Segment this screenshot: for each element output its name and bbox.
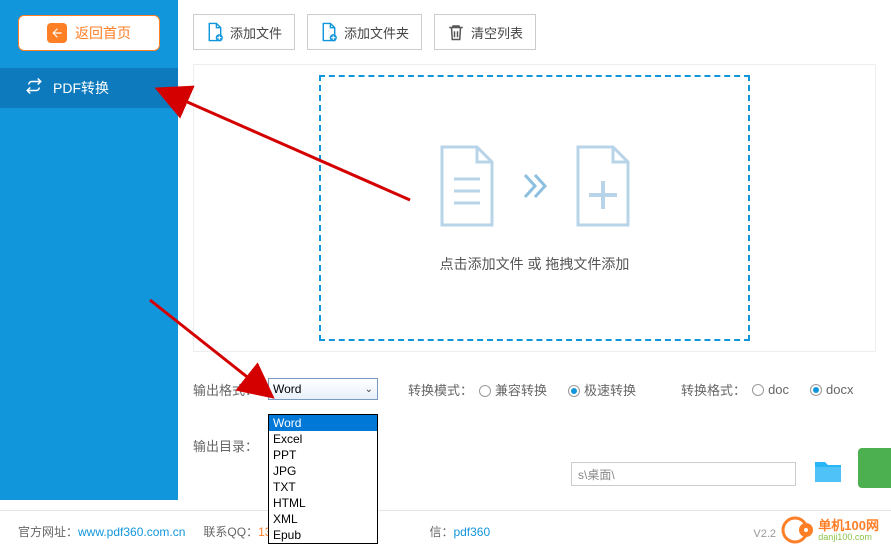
site-link[interactable]: www.pdf360.com.cn [78, 525, 185, 539]
dropdown-option-xml[interactable]: XML [269, 511, 377, 527]
wx-value: pdf360 [453, 525, 490, 539]
brand-domain: danji100.com [818, 532, 879, 542]
dropdown-option-epub[interactable]: Epub [269, 527, 377, 543]
version-label: V2.2 [753, 528, 776, 540]
dropdown-option-word[interactable]: Word [269, 415, 377, 431]
dropdown-option-jpg[interactable]: JPG [269, 463, 377, 479]
radio-icon [752, 384, 764, 396]
convert-mode-label: 转换模式： [408, 380, 473, 399]
brand-icon [780, 513, 814, 547]
convert-format-group: 转换格式： doc docx [681, 380, 868, 399]
file-add-icon [206, 22, 224, 42]
output-format-value: Word [273, 382, 301, 396]
main-panel: 添加文件 添加文件夹 清空列表 [178, 0, 891, 500]
folder-add-icon [320, 22, 338, 42]
document-icon [432, 143, 502, 229]
output-path-input[interactable]: s\桌面\ [571, 462, 796, 486]
toolbar: 添加文件 添加文件夹 清空列表 [193, 14, 536, 50]
chevron-down-icon: ⌄ [365, 384, 373, 395]
output-format-label: 输出格式： [193, 380, 268, 399]
radio-doc[interactable]: doc [752, 382, 789, 397]
clear-list-label: 清空列表 [471, 23, 523, 42]
radio-icon [479, 385, 491, 397]
home-label: 返回首页 [75, 23, 131, 43]
brand-name: 单机100网 [818, 519, 879, 532]
document-add-icon [568, 143, 638, 229]
dropzone-illustration [432, 143, 638, 229]
radio-icon [810, 384, 822, 396]
output-path-value: s\桌面\ [578, 466, 615, 483]
convert-format-label: 转换格式： [681, 380, 746, 399]
sidebar-item-pdf-convert[interactable]: PDF转换 [0, 68, 178, 108]
site-label: 官方网址：www.pdf360.com.cn [18, 523, 185, 540]
home-button[interactable]: 返回首页 [18, 15, 160, 51]
add-file-button[interactable]: 添加文件 [193, 14, 295, 50]
dropzone[interactable]: 点击添加文件 或 拖拽文件添加 [319, 75, 750, 341]
dropdown-option-html[interactable]: HTML [269, 495, 377, 511]
dropdown-option-excel[interactable]: Excel [269, 431, 377, 447]
convert-mode-group: 转换模式： 兼容转换 极速转换 [408, 380, 651, 399]
browse-folder-button[interactable] [813, 458, 843, 484]
radio-docx[interactable]: docx [810, 382, 853, 397]
add-folder-button[interactable]: 添加文件夹 [307, 14, 422, 50]
qq-label: 联系QQ：13 [203, 523, 271, 540]
start-convert-button[interactable]: 开始转换 [858, 448, 891, 488]
convert-icon [25, 77, 43, 100]
dropdown-option-ppt[interactable]: PPT [269, 447, 377, 463]
output-format-row: 输出格式： Word ⌄ 转换模式： 兼容转换 极速转换 转换格式： doc [193, 375, 876, 403]
brand-logo: 单机100网 danji100.com [780, 513, 879, 547]
chevron-right-icon [520, 171, 550, 201]
wx-label: 信：pdf360 [429, 523, 490, 540]
output-format-select[interactable]: Word ⌄ [268, 378, 378, 400]
radio-fast[interactable]: 极速转换 [568, 380, 636, 399]
output-format-dropdown[interactable]: WordExcelPPTJPGTXTHTMLXMLEpub [268, 414, 378, 544]
dropzone-container: 点击添加文件 或 拖拽文件添加 [193, 64, 876, 352]
trash-icon [447, 22, 465, 42]
add-folder-label: 添加文件夹 [344, 23, 409, 42]
radio-compat[interactable]: 兼容转换 [479, 380, 547, 399]
sidebar-item-label: PDF转换 [53, 78, 109, 98]
clear-list-button[interactable]: 清空列表 [434, 14, 536, 50]
sidebar: 返回首页 PDF转换 [0, 0, 178, 500]
dropdown-option-txt[interactable]: TXT [269, 479, 377, 495]
dropzone-hint: 点击添加文件 或 拖拽文件添加 [440, 254, 630, 274]
radio-icon [568, 385, 580, 397]
back-icon [47, 23, 67, 43]
output-dir-label: 输出目录： [193, 436, 268, 455]
add-file-label: 添加文件 [230, 23, 282, 42]
